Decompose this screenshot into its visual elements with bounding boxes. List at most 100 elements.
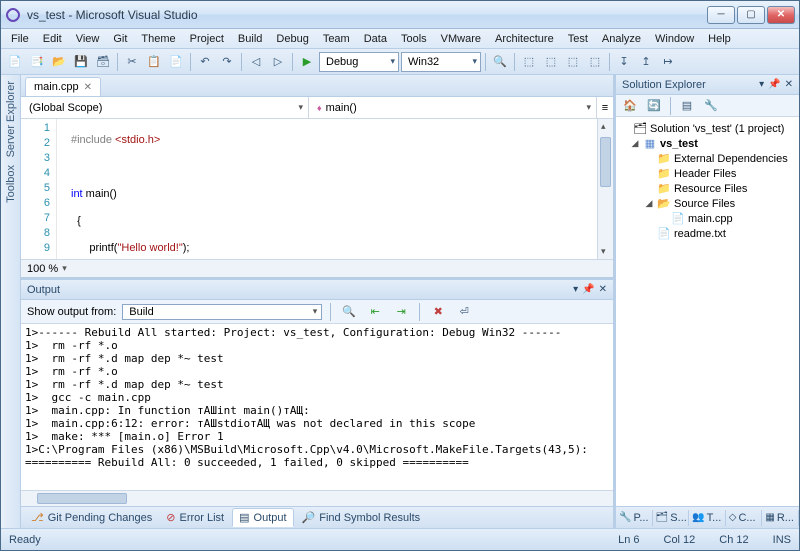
output-hscroll[interactable]: [21, 490, 613, 506]
vs-logo-icon: [5, 7, 21, 23]
code-content[interactable]: ⊟#include <stdio.h> ⊟int main() { printf…: [57, 119, 597, 259]
menu-theme[interactable]: Theme: [135, 31, 181, 47]
rtab-class[interactable]: ◇C...: [726, 510, 763, 526]
left-rail: Server Explorer Toolbox: [1, 75, 21, 528]
tab-main-cpp[interactable]: main.cpp ✕: [25, 77, 101, 96]
rtab-team[interactable]: 👥T...: [689, 510, 726, 526]
step-icon[interactable]: ↧: [614, 52, 634, 72]
member-combo[interactable]: main(): [309, 97, 597, 118]
tab-find-symbol[interactable]: 🔎Find Symbol Results: [296, 509, 427, 526]
window-title: vs_test - Microsoft Visual Studio: [27, 8, 707, 22]
folder-source-files[interactable]: ◢📂 Source Files: [618, 196, 797, 211]
zoom-combo[interactable]: 100 %: [21, 259, 613, 277]
tab-error-list[interactable]: ⊘Error List: [160, 509, 230, 526]
redo-icon[interactable]: ↷: [217, 52, 237, 72]
wordwrap-icon[interactable]: ⏎: [454, 302, 474, 322]
step3-icon[interactable]: ↦: [658, 52, 678, 72]
output-text[interactable]: 1>------ Rebuild All started: Project: v…: [21, 324, 613, 490]
tab-output[interactable]: ▤Output: [232, 508, 293, 527]
goto-next-icon[interactable]: ⇥: [391, 302, 411, 322]
output-source-combo[interactable]: Build: [122, 304, 322, 320]
split-icon[interactable]: ≡: [597, 102, 613, 114]
config-combo[interactable]: Debug: [319, 52, 399, 72]
menu-help[interactable]: Help: [702, 31, 737, 47]
menu-analyze[interactable]: Analyze: [596, 31, 647, 47]
tab-git-pending[interactable]: ⎇Git Pending Changes: [25, 509, 158, 526]
menu-data[interactable]: Data: [358, 31, 393, 47]
file-main-cpp[interactable]: 📄 main.cpp: [618, 211, 797, 226]
menu-team[interactable]: Team: [317, 31, 356, 47]
editor-scrollbar[interactable]: [597, 119, 613, 259]
find-icon[interactable]: 🔍: [490, 52, 510, 72]
misc1-icon[interactable]: ⬚: [519, 52, 539, 72]
folder-external-deps[interactable]: 📁 External Dependencies: [618, 151, 797, 166]
code-editor[interactable]: 123 456 789 ⊟#include <stdio.h> ⊟int mai…: [21, 119, 613, 259]
misc3-icon[interactable]: ⬚: [563, 52, 583, 72]
file-readme[interactable]: 📄 readme.txt: [618, 226, 797, 241]
rtab-resource[interactable]: ▦R...: [762, 510, 799, 526]
solution-node[interactable]: 🗂 Solution 'vs_test' (1 project): [618, 121, 797, 136]
scope-combo[interactable]: (Global Scope): [21, 97, 309, 118]
menu-architecture[interactable]: Architecture: [489, 31, 560, 47]
goto-prev-icon[interactable]: ⇤: [365, 302, 385, 322]
se-showall-icon[interactable]: ▤: [677, 96, 697, 116]
misc2-icon[interactable]: ⬚: [541, 52, 561, 72]
save-all-icon[interactable]: 🗃: [93, 52, 113, 72]
start-debug-icon[interactable]: ▶: [297, 52, 317, 72]
new-project-icon[interactable]: 📄: [5, 52, 25, 72]
cut-icon[interactable]: ✂: [122, 52, 142, 72]
server-explorer-tab[interactable]: Server Explorer: [5, 81, 17, 157]
rtab-properties[interactable]: 🔧P...: [616, 510, 653, 526]
pin-icon[interactable]: 📌: [582, 284, 594, 295]
maximize-button[interactable]: ▢: [737, 6, 765, 24]
menu-test[interactable]: Test: [562, 31, 594, 47]
solution-tree[interactable]: 🗂 Solution 'vs_test' (1 project) ◢▦ vs_t…: [616, 117, 799, 506]
nav-fwd-icon[interactable]: ▷: [268, 52, 288, 72]
panel-close-icon[interactable]: ✕: [599, 284, 607, 295]
toolbox-tab[interactable]: Toolbox: [5, 165, 17, 203]
se-refresh-icon[interactable]: 🔄: [644, 96, 664, 116]
open-icon[interactable]: 📂: [49, 52, 69, 72]
folder-resource-files[interactable]: 📁 Resource Files: [618, 181, 797, 196]
add-item-icon[interactable]: 📑: [27, 52, 47, 72]
clear-icon[interactable]: ✖: [428, 302, 448, 322]
undo-icon[interactable]: ↶: [195, 52, 215, 72]
find-message-icon[interactable]: 🔍: [339, 302, 359, 322]
dropdown-icon[interactable]: ▾: [573, 284, 578, 295]
se-home-icon[interactable]: 🏠: [620, 96, 640, 116]
menu-file[interactable]: File: [5, 31, 35, 47]
menu-debug[interactable]: Debug: [270, 31, 314, 47]
paste-icon[interactable]: 📄: [166, 52, 186, 72]
menu-project[interactable]: Project: [184, 31, 230, 47]
se-dropdown-icon[interactable]: ▾: [759, 79, 764, 90]
minimize-button[interactable]: ─: [707, 6, 735, 24]
collapse-icon[interactable]: ◢: [644, 198, 654, 209]
menu-vmware[interactable]: VMware: [435, 31, 487, 47]
nav-back-icon[interactable]: ◁: [246, 52, 266, 72]
text-file-icon: 📄: [657, 227, 671, 240]
copy-icon[interactable]: 📋: [144, 52, 164, 72]
tab-close-icon[interactable]: ✕: [84, 82, 92, 93]
menu-window[interactable]: Window: [649, 31, 700, 47]
folder-header-files[interactable]: 📁 Header Files: [618, 166, 797, 181]
menu-view[interactable]: View: [70, 31, 106, 47]
menu-git[interactable]: Git: [107, 31, 133, 47]
close-button[interactable]: ✕: [767, 6, 795, 24]
folder-icon: 📁: [657, 167, 671, 180]
project-node[interactable]: ◢▦ vs_test: [618, 136, 797, 151]
solution-explorer: Solution Explorer ▾ 📌 ✕ 🏠 🔄 ▤ 🔧 🗂 Soluti…: [613, 75, 799, 528]
solution-icon: 🗂: [633, 122, 647, 135]
status-ready: Ready: [9, 534, 41, 546]
se-properties-icon[interactable]: 🔧: [701, 96, 721, 116]
step2-icon[interactable]: ↥: [636, 52, 656, 72]
save-icon[interactable]: 💾: [71, 52, 91, 72]
menu-build[interactable]: Build: [232, 31, 268, 47]
misc4-icon[interactable]: ⬚: [585, 52, 605, 72]
rtab-solution[interactable]: 🗂S...: [653, 510, 690, 526]
collapse-icon[interactable]: ◢: [630, 138, 640, 149]
platform-combo[interactable]: Win32: [401, 52, 481, 72]
se-pin-icon[interactable]: 📌: [768, 79, 780, 90]
menu-edit[interactable]: Edit: [37, 31, 68, 47]
se-close-icon[interactable]: ✕: [785, 79, 793, 90]
menu-tools[interactable]: Tools: [395, 31, 433, 47]
